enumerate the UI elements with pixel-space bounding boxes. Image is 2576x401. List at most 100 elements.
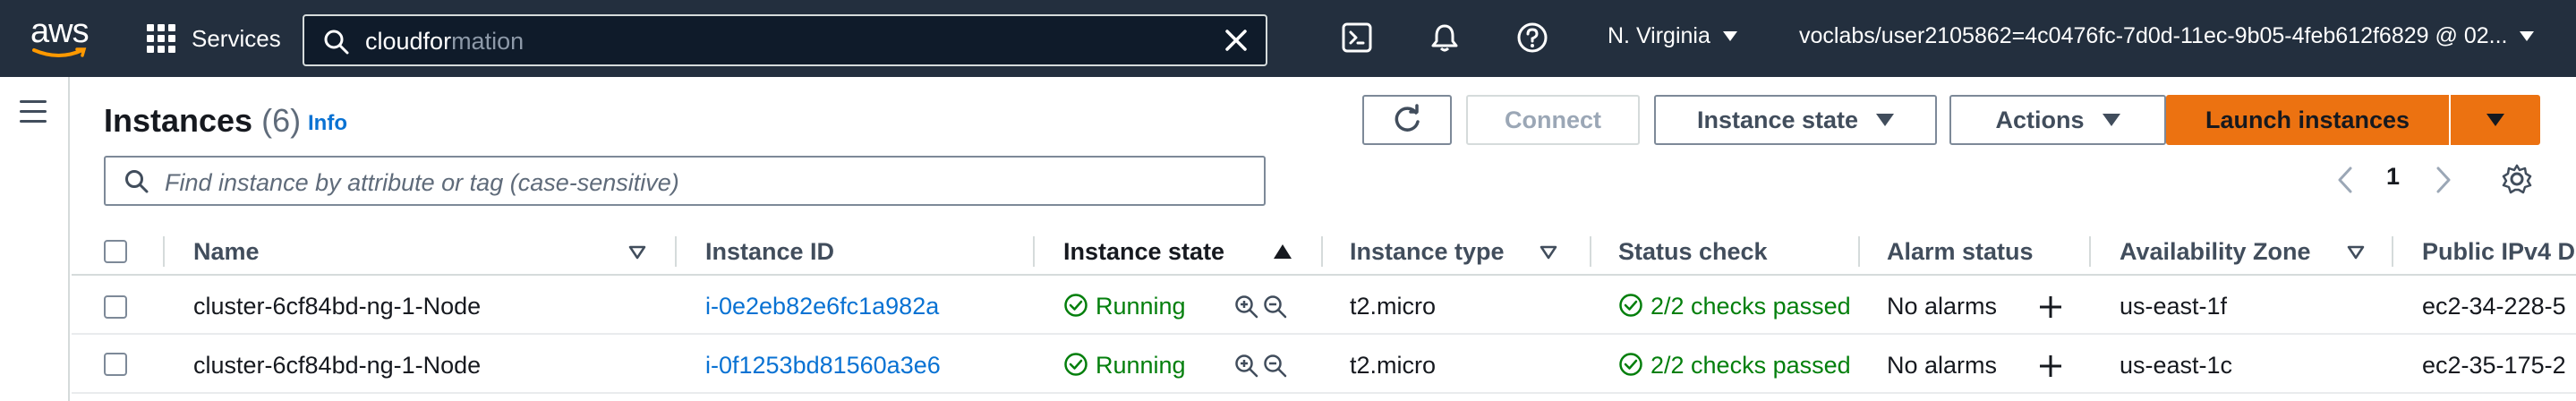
column-header-public-ipv4-dns[interactable]: Public IPv4 D	[2422, 238, 2575, 266]
page-title-text: Instances	[104, 102, 253, 139]
column-divider	[1590, 236, 1591, 267]
next-page-icon[interactable]	[2433, 165, 2454, 195]
connect-label: Connect	[1505, 106, 1601, 133]
table-header: Name Instance ID Instance state Instance…	[72, 229, 2576, 276]
column-header-name[interactable]: Name	[193, 238, 260, 266]
instance-state: Running	[1063, 293, 1186, 320]
sort-descending-icon[interactable]	[2347, 245, 2365, 260]
instance-type: t2.micro	[1350, 352, 1437, 379]
caret-down-icon	[1876, 114, 1895, 126]
instance-id-link[interactable]: i-0e2eb82e6fc1a982a	[705, 293, 939, 320]
column-header-availability-zone[interactable]: Availability Zone	[2120, 238, 2311, 266]
region-selector[interactable]: N. Virginia	[1608, 23, 1737, 49]
refresh-icon	[1395, 104, 1420, 132]
caret-down-icon	[2486, 114, 2504, 126]
success-check-icon	[1064, 294, 1088, 317]
status-check: 2/2 checks passed	[1618, 293, 1851, 320]
menu-hamburger-icon[interactable]	[20, 100, 47, 130]
search-typed-text: cloudfor	[365, 28, 452, 55]
success-check-icon	[1619, 353, 1642, 376]
add-alarm-plus-icon[interactable]	[2037, 353, 2064, 380]
instance-filter-input[interactable]: Find instance by attribute or tag (case-…	[104, 156, 1266, 206]
filter-placeholder: Find instance by attribute or tag (case-…	[165, 169, 679, 196]
instance-state-text: Running	[1096, 352, 1186, 379]
clear-search-icon[interactable]	[1223, 27, 1250, 54]
previous-page-icon[interactable]	[2334, 165, 2356, 195]
row-checkbox[interactable]	[104, 353, 127, 376]
info-link[interactable]: Info	[308, 111, 347, 136]
instance-type: t2.micro	[1350, 293, 1437, 320]
column-header-instance-state[interactable]: Instance state	[1063, 238, 1224, 266]
instance-state-label: Instance state	[1696, 106, 1859, 133]
actions-label: Actions	[1995, 106, 2085, 133]
column-header-alarm-status[interactable]: Alarm status	[1887, 238, 2034, 266]
services-menu[interactable]: Services	[147, 20, 281, 57]
caret-down-icon	[1722, 31, 1737, 41]
table-row[interactable]: cluster-6cf84bd-ng-1-Node i-0e2eb82e6fc1…	[72, 277, 2576, 335]
status-check-text: 2/2 checks passed	[1651, 293, 1851, 320]
status-check-text: 2/2 checks passed	[1651, 352, 1851, 379]
services-label: Services	[192, 24, 281, 52]
column-divider	[2089, 236, 2091, 267]
success-check-icon	[1619, 294, 1642, 317]
add-alarm-plus-icon[interactable]	[2037, 294, 2064, 320]
row-checkbox[interactable]	[104, 295, 127, 319]
current-page[interactable]: 1	[2386, 163, 2400, 191]
settings-gear-icon[interactable]	[2501, 163, 2533, 195]
account-menu[interactable]: voclabs/user2105862=4c0476fc-7d0d-11ec-9…	[1799, 23, 2535, 49]
launch-options-dropdown[interactable]	[2451, 95, 2540, 145]
instance-name: cluster-6cf84bd-ng-1-Node	[193, 352, 482, 379]
public-ipv4-dns: ec2-35-175-2	[2422, 352, 2566, 379]
caret-down-icon	[2102, 114, 2120, 126]
column-divider	[163, 236, 165, 267]
global-search-input[interactable]: cloudformation	[303, 14, 1267, 66]
cloudshell-icon[interactable]	[1341, 21, 1373, 54]
zoom-in-icon[interactable]	[1233, 294, 1260, 320]
sort-ascending-icon[interactable]	[1273, 243, 1292, 260]
search-icon	[125, 170, 149, 193]
zoom-out-icon[interactable]	[1262, 353, 1289, 380]
aws-logo-text: aws	[30, 13, 90, 50]
refresh-button[interactable]	[1362, 95, 1452, 145]
instance-id-link[interactable]: i-0f1253bd81560a3e6	[705, 352, 941, 380]
services-grid-icon	[147, 24, 175, 53]
instance-state: Running	[1063, 352, 1186, 380]
caret-down-icon	[2520, 31, 2535, 41]
side-navigation-collapsed	[0, 77, 70, 401]
select-all-checkbox[interactable]	[104, 240, 127, 263]
public-ipv4-dns: ec2-34-228-5	[2422, 293, 2566, 320]
table-row[interactable]: cluster-6cf84bd-ng-1-Node i-0f1253bd8156…	[72, 337, 2576, 394]
help-icon[interactable]	[1516, 21, 1548, 54]
status-check: 2/2 checks passed	[1618, 352, 1851, 380]
region-label: N. Virginia	[1608, 23, 1710, 48]
success-check-icon	[1064, 353, 1088, 376]
column-header-instance-type[interactable]: Instance type	[1350, 238, 1505, 266]
zoom-in-icon[interactable]	[1233, 353, 1260, 380]
sort-descending-icon[interactable]	[1540, 245, 1557, 260]
connect-button[interactable]: Connect	[1466, 95, 1640, 145]
instance-state-dropdown[interactable]: Instance state	[1654, 95, 1937, 145]
column-divider	[1033, 236, 1035, 267]
search-query: cloudformation	[365, 28, 524, 55]
column-header-instance-id[interactable]: Instance ID	[705, 238, 834, 266]
launch-instances-button[interactable]: Launch instances	[2166, 95, 2449, 145]
column-divider	[675, 236, 677, 267]
aws-logo[interactable]: aws	[30, 13, 95, 63]
search-icon	[324, 30, 349, 55]
instance-count: (6)	[261, 102, 302, 139]
availability-zone: us-east-1c	[2120, 352, 2233, 379]
column-divider	[1858, 236, 1860, 267]
sort-descending-icon[interactable]	[628, 245, 646, 260]
column-divider	[1321, 236, 1323, 267]
actions-dropdown[interactable]: Actions	[1949, 95, 2166, 145]
search-suggestion-text: mation	[451, 28, 525, 55]
instance-state-text: Running	[1096, 293, 1186, 320]
notifications-bell-icon[interactable]	[1429, 21, 1461, 54]
alarm-status: No alarms	[1887, 352, 1998, 379]
column-header-status-check[interactable]: Status check	[1618, 238, 1768, 266]
instance-name: cluster-6cf84bd-ng-1-Node	[193, 293, 482, 320]
page-title: Instances (6)	[104, 102, 301, 140]
availability-zone: us-east-1f	[2120, 293, 2228, 320]
zoom-out-icon[interactable]	[1262, 294, 1289, 320]
launch-instances-label: Launch instances	[2205, 106, 2410, 133]
